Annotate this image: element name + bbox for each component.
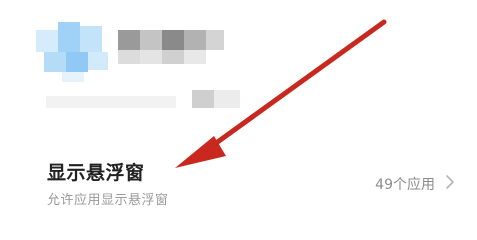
chevron-right-icon <box>446 175 454 189</box>
obscured-icon-block <box>80 26 102 52</box>
obscured-icon-block <box>62 72 84 82</box>
obscured-icon-block <box>58 22 80 52</box>
obscured-text-block <box>184 50 206 64</box>
obscured-text-block <box>206 30 224 50</box>
obscured-text-block <box>214 90 240 108</box>
obscured-text-block <box>46 96 176 108</box>
obscured-text-block <box>162 50 184 64</box>
obscured-text-block <box>140 50 162 64</box>
obscured-icon-block <box>44 52 66 72</box>
obscured-icon-block <box>36 30 58 52</box>
obscured-text-block <box>192 90 214 108</box>
obscured-text-block <box>118 50 140 64</box>
setting-title: 显示悬浮窗 <box>47 162 145 184</box>
obscured-text-block <box>118 30 140 50</box>
obscured-text-block <box>184 30 206 50</box>
obscured-text-block <box>162 30 184 50</box>
obscured-text-block <box>140 30 162 50</box>
floating-window-setting-row[interactable]: 显示悬浮窗 允许应用显示悬浮窗 49个应用 <box>0 140 477 220</box>
obscured-icon-block <box>66 52 88 72</box>
app-count-value: 49个应用 <box>375 177 435 193</box>
setting-subtitle: 允许应用显示悬浮窗 <box>47 193 169 208</box>
obscured-icon-block <box>88 52 108 70</box>
obscured-app-item <box>0 0 477 120</box>
